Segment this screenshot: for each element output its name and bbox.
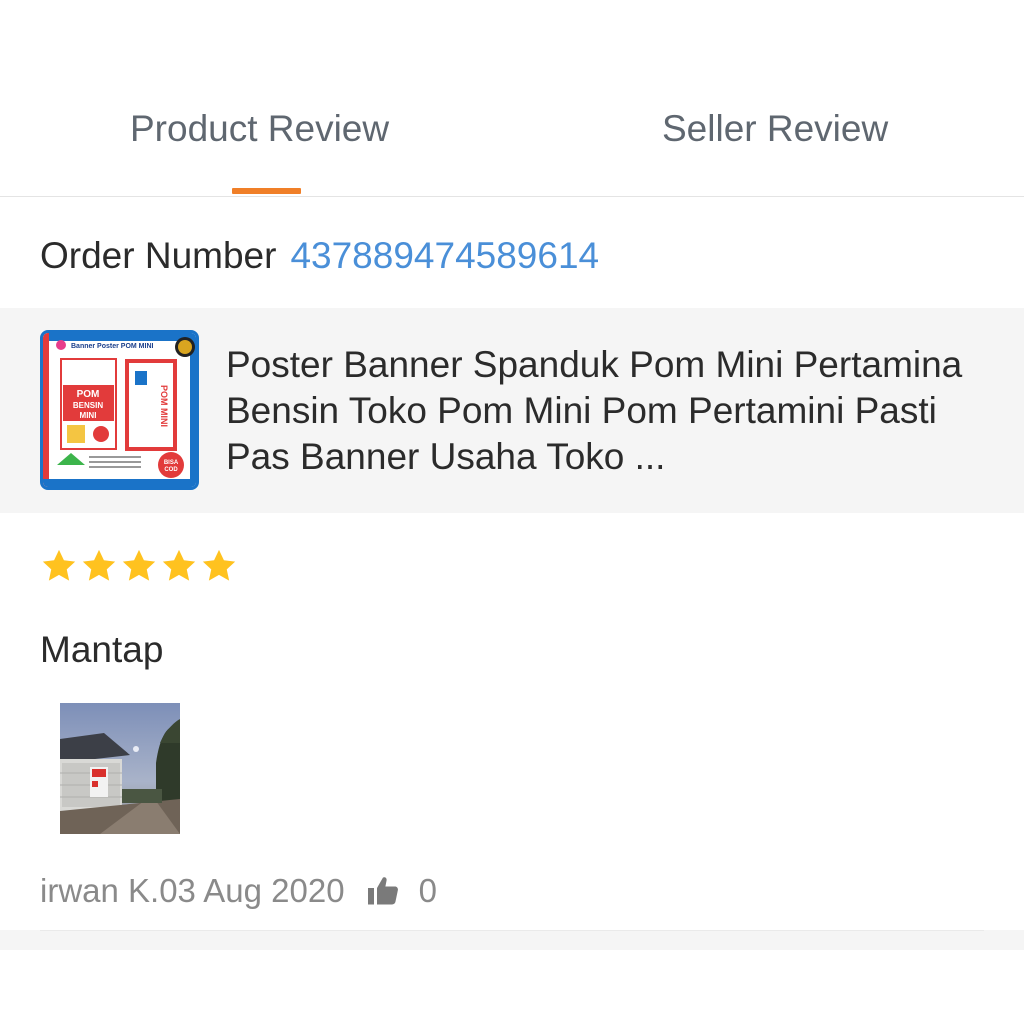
- star-icon: [42, 549, 76, 581]
- product-thumbnail-image: Banner Poster POM MINI POM BENSIN MINI P…: [43, 333, 196, 487]
- thumbs-up-icon[interactable]: [365, 873, 401, 909]
- order-number-value[interactable]: 437889474589614: [290, 235, 599, 276]
- product-thumbnail[interactable]: Banner Poster POM MINI POM BENSIN MINI P…: [40, 330, 199, 490]
- star-icon: [122, 549, 156, 581]
- svg-text:POM MINI: POM MINI: [159, 385, 169, 427]
- review-photo-image: [60, 703, 180, 834]
- product-card[interactable]: Banner Poster POM MINI POM BENSIN MINI P…: [0, 308, 1024, 513]
- review-photo[interactable]: [60, 703, 180, 834]
- svg-text:BENSIN: BENSIN: [73, 401, 103, 410]
- tab-product-review[interactable]: Product Review: [130, 106, 389, 152]
- order-number-label: Order Number: [40, 235, 277, 276]
- thumb-header-text: Banner Poster POM MINI: [71, 343, 154, 350]
- review-tabs: Product Review Seller Review: [0, 0, 1024, 197]
- svg-text:MINI: MINI: [80, 411, 97, 420]
- star-rating: [40, 546, 238, 590]
- tab-seller-review[interactable]: Seller Review: [662, 106, 888, 152]
- svg-text:BISA: BISA: [164, 460, 179, 466]
- review-text: Mantap: [40, 629, 164, 670]
- star-icon: [162, 549, 196, 581]
- like-count: 0: [418, 872, 437, 909]
- svg-text:POM: POM: [77, 389, 100, 400]
- star-icon: [202, 549, 236, 581]
- order-row: Order Number 437889474589614: [40, 228, 599, 284]
- divider-line: [40, 930, 984, 931]
- active-tab-indicator: [232, 188, 301, 194]
- product-title[interactable]: Poster Banner Spanduk Pom Mini Pertamina…: [226, 342, 986, 480]
- star-icon: [82, 549, 116, 581]
- section-divider: [0, 930, 1024, 950]
- review-author-date: irwan K.03 Aug 2020: [40, 872, 345, 909]
- svg-text:COD: COD: [164, 467, 178, 473]
- review-meta: irwan K.03 Aug 2020 0: [40, 866, 437, 916]
